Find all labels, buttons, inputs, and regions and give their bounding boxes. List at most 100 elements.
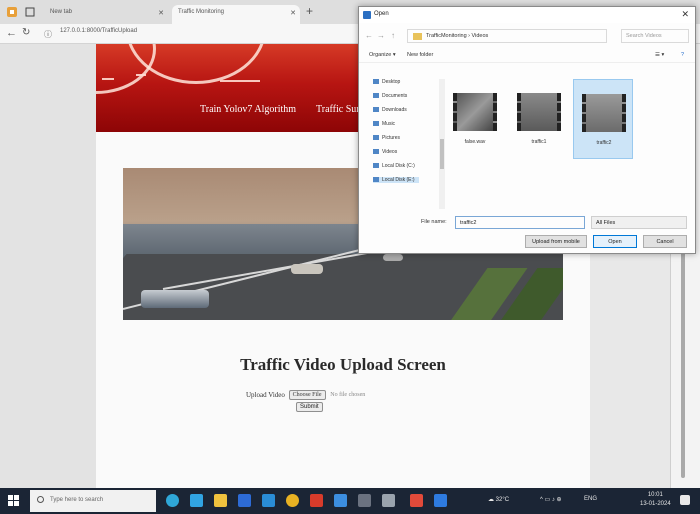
nav-item-desktop[interactable]: Desktop bbox=[373, 79, 400, 85]
nav-item-documents[interactable]: Documents bbox=[373, 93, 407, 99]
downloads-icon bbox=[373, 107, 379, 113]
banner-dash bbox=[102, 78, 114, 80]
nav-link-train[interactable]: Train Yolov7 Algorithm bbox=[200, 104, 296, 115]
videos-icon bbox=[373, 149, 379, 155]
url-field[interactable]: 127.0.0.1:8000/TrafficUpload bbox=[60, 28, 137, 34]
chrome-icon[interactable] bbox=[286, 494, 299, 507]
file-status: No file chosen bbox=[330, 392, 366, 398]
new-folder-button[interactable]: New folder bbox=[407, 52, 433, 58]
video-thumbnail bbox=[517, 93, 561, 131]
breadcrumb-path: TrafficMonitoring › Videos bbox=[426, 33, 489, 39]
tab-actions-icon[interactable] bbox=[24, 6, 36, 18]
dialog-title-bar: Open ✕ bbox=[359, 7, 695, 23]
file-explorer-icon[interactable] bbox=[214, 494, 227, 507]
organize-button[interactable]: Organize ▾ bbox=[369, 52, 396, 58]
scrollbar-thumb[interactable] bbox=[440, 139, 444, 169]
weather-widget[interactable]: ☁ 32°C bbox=[488, 496, 509, 503]
nav-item-local-disk-e[interactable]: Local Disk (E:) bbox=[373, 177, 419, 183]
tab-label: Traffic Monitoring bbox=[178, 9, 225, 15]
nav-item-pictures[interactable]: Pictures bbox=[373, 135, 400, 141]
tab-label: New tab bbox=[50, 9, 73, 15]
edge-icon[interactable] bbox=[190, 494, 203, 507]
close-icon[interactable]: ✕ bbox=[681, 9, 689, 20]
upload-form: Upload Video Choose File No file chosen bbox=[246, 390, 365, 402]
store-icon[interactable] bbox=[238, 494, 251, 507]
clock-date: 13-01-2024 bbox=[640, 501, 671, 507]
tray-icons[interactable]: ^ ▭ ♪ ⊕ bbox=[540, 496, 562, 503]
nav-item-label: Documents bbox=[382, 93, 408, 99]
open-file-dialog: Open ✕ ← → ↑ TrafficMonitoring › Videos … bbox=[358, 6, 696, 254]
nav-item-label: Music bbox=[382, 121, 396, 127]
file-name: traffic1 bbox=[531, 139, 547, 145]
app-icon[interactable] bbox=[310, 494, 323, 507]
tab-new-tab[interactable]: New tab ✕ bbox=[44, 5, 168, 24]
breadcrumb[interactable]: TrafficMonitoring › Videos bbox=[407, 29, 607, 43]
nav-item-label: Local Disk (C:) bbox=[382, 163, 415, 169]
taskbar-search-placeholder: Type here to search bbox=[50, 497, 104, 503]
app-icon[interactable] bbox=[410, 494, 423, 507]
help-icon[interactable]: ? bbox=[681, 52, 684, 58]
windows-taskbar: Type here to search ☁ 32°C ^ ▭ ♪ ⊕ ENG 1… bbox=[0, 488, 700, 514]
view-options-icon[interactable]: ☰ ▾ bbox=[655, 52, 664, 58]
choose-file-button[interactable]: Choose File bbox=[288, 390, 326, 400]
page-left-gutter bbox=[0, 44, 96, 488]
browser-logo-icon[interactable] bbox=[6, 6, 18, 18]
back-icon[interactable]: ← bbox=[6, 27, 17, 39]
file-item[interactable]: traffic1 bbox=[509, 79, 569, 159]
documents-icon bbox=[373, 93, 379, 99]
dialog-nav-pane: Desktop Documents Downloads Music Pictur… bbox=[367, 79, 445, 209]
info-icon[interactable]: ⓘ bbox=[44, 29, 52, 40]
refresh-icon[interactable]: ↻ bbox=[22, 27, 30, 38]
open-button[interactable]: Open bbox=[593, 235, 637, 248]
app-icon[interactable] bbox=[334, 494, 347, 507]
car bbox=[141, 290, 209, 308]
mail-icon[interactable] bbox=[262, 494, 275, 507]
forward-icon[interactable]: → bbox=[377, 31, 385, 40]
car bbox=[291, 264, 323, 274]
banner-dash bbox=[220, 80, 260, 82]
nav-item-local-disk-c[interactable]: Local Disk (C:) bbox=[373, 163, 415, 169]
cancel-button[interactable]: Cancel bbox=[643, 235, 687, 248]
search-icon bbox=[37, 496, 44, 503]
upload-from-mobile-button[interactable]: Upload from mobile bbox=[525, 235, 587, 248]
file-item[interactable]: false.wav bbox=[445, 79, 505, 159]
dialog-nav-row: ← → ↑ TrafficMonitoring › Videos Search … bbox=[359, 29, 695, 45]
file-name-row: File name: traffic2 All Files bbox=[359, 216, 695, 230]
file-name: traffic2 bbox=[596, 140, 612, 146]
file-item-selected[interactable]: traffic2 bbox=[573, 79, 633, 159]
nav-item-music[interactable]: Music bbox=[373, 121, 395, 127]
close-icon[interactable]: ✕ bbox=[290, 9, 296, 17]
up-icon[interactable]: ↑ bbox=[391, 31, 395, 40]
language-indicator[interactable]: ENG bbox=[584, 496, 597, 502]
search-input[interactable]: Search Videos bbox=[621, 29, 689, 43]
tab-traffic-monitoring[interactable]: Traffic Monitoring ✕ bbox=[172, 5, 300, 24]
upload-label: Upload Video bbox=[246, 391, 285, 399]
drive-icon bbox=[373, 163, 379, 169]
app-icon[interactable] bbox=[382, 494, 395, 507]
banner-dash bbox=[136, 74, 146, 76]
app-icon[interactable] bbox=[358, 494, 371, 507]
nav-item-videos[interactable]: Videos bbox=[373, 149, 397, 155]
dialog-toolbar: Organize ▾ New folder ☰ ▾ ? bbox=[359, 49, 695, 63]
new-tab-button[interactable]: + bbox=[306, 4, 313, 18]
pictures-icon bbox=[373, 135, 379, 141]
app-icon[interactable] bbox=[434, 494, 447, 507]
back-icon[interactable]: ← bbox=[365, 31, 373, 40]
windows-start-icon[interactable] bbox=[8, 495, 20, 507]
nav-item-label: Local Disk (E:) bbox=[382, 177, 415, 183]
weather-text: 32°C bbox=[495, 497, 510, 503]
cortana-icon[interactable] bbox=[166, 494, 179, 507]
dialog-app-icon bbox=[363, 11, 371, 19]
submit-button[interactable]: Submit bbox=[296, 402, 323, 412]
clock[interactable]: 10:01 13-01-2024 bbox=[640, 491, 671, 509]
nav-item-label: Downloads bbox=[382, 107, 407, 113]
close-icon[interactable]: ✕ bbox=[158, 9, 164, 17]
notification-icon[interactable] bbox=[680, 495, 690, 505]
video-thumbnail bbox=[453, 93, 497, 131]
desktop-icon bbox=[373, 79, 379, 85]
nav-item-downloads[interactable]: Downloads bbox=[373, 107, 407, 113]
file-name-input[interactable]: traffic2 bbox=[455, 216, 585, 229]
taskbar-search-input[interactable]: Type here to search bbox=[30, 490, 156, 512]
file-list: false.wav traffic1 traffic2 bbox=[445, 79, 695, 189]
file-type-select[interactable]: All Files bbox=[591, 216, 687, 229]
